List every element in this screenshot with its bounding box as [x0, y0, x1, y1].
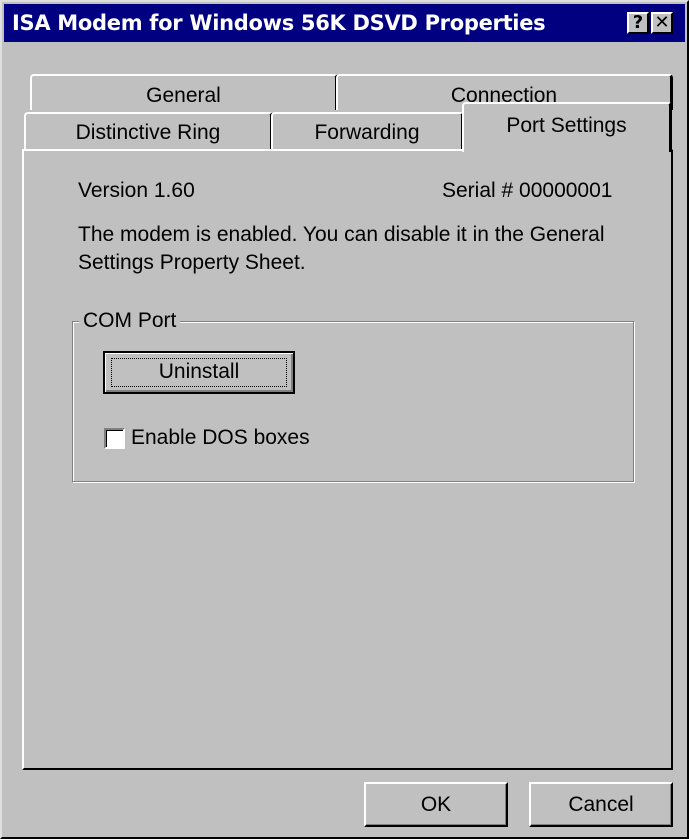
serial-text: Serial # 00000001	[442, 179, 613, 202]
window-title: ISA Modem for Windows 56K DSVD Propertie…	[12, 11, 546, 35]
tab-general-label: General	[146, 84, 221, 107]
close-button[interactable]: ✕	[651, 12, 673, 34]
tab-port-settings[interactable]: Port Settings	[462, 102, 672, 152]
tab-forwarding-label: Forwarding	[314, 121, 420, 144]
properties-window: ISA Modem for Windows 56K DSVD Propertie…	[0, 0, 689, 839]
tab-distinctive-ring-label: Distinctive Ring	[75, 121, 221, 144]
ok-label: OK	[420, 793, 452, 816]
cancel-label: Cancel	[568, 793, 634, 816]
cancel-button[interactable]: Cancel	[529, 782, 673, 827]
title-bar[interactable]: ISA Modem for Windows 56K DSVD Propertie…	[4, 4, 685, 42]
tab-distinctive-ring[interactable]: Distinctive Ring	[24, 112, 273, 150]
com-port-group: COM Port Uninstall Enable DOS boxes	[72, 309, 634, 482]
tab-panel: Version 1.60 Serial # 00000001 The modem…	[22, 149, 673, 770]
status-message: The modem is enabled. You can disable it…	[78, 223, 605, 274]
close-icon: ✕	[654, 12, 670, 33]
uninstall-button[interactable]: Uninstall	[103, 351, 295, 394]
version-text: Version 1.60	[78, 179, 195, 202]
ok-button[interactable]: OK	[364, 782, 508, 827]
tab-port-settings-label: Port Settings	[506, 114, 627, 137]
question-icon: ?	[632, 12, 644, 33]
help-button[interactable]: ?	[627, 12, 649, 34]
tab-general[interactable]: General	[30, 74, 338, 110]
enable-dos-boxes-checkbox[interactable]	[104, 428, 125, 449]
tab-forwarding[interactable]: Forwarding	[271, 112, 464, 150]
enable-dos-boxes-label[interactable]: Enable DOS boxes	[131, 426, 310, 450]
focus-rectangle	[111, 358, 287, 387]
com-port-label: COM Port	[79, 309, 181, 333]
